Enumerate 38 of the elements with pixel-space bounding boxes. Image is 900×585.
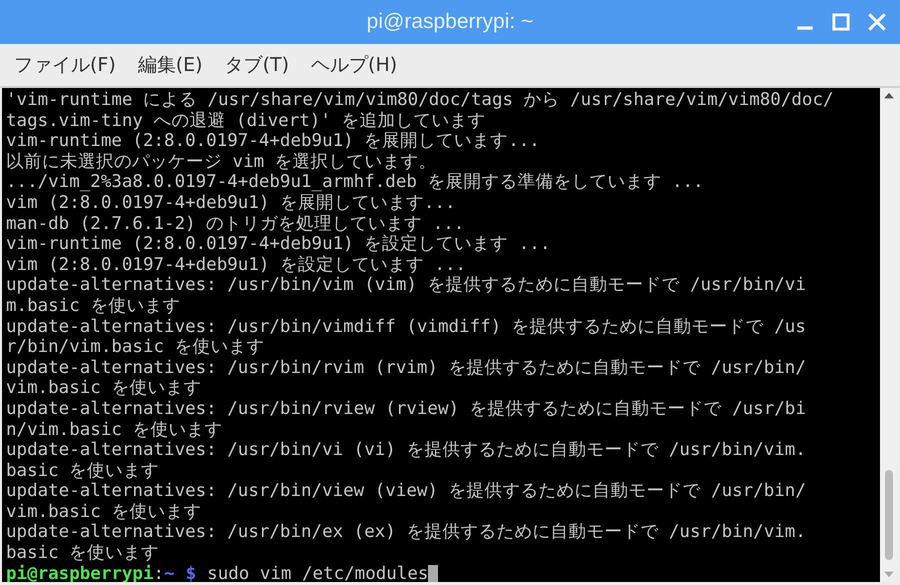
- output-line: .../vim_2%3a8.0.0197-4+deb9u1_armhf.deb を展開する準備をしています ...: [6, 172, 705, 193]
- scrollbar[interactable]: [880, 88, 898, 582]
- text-cursor: [428, 564, 438, 582]
- output-line: vim.basic を使います: [6, 378, 202, 399]
- scrollbar-thumb[interactable]: [885, 470, 893, 560]
- menu-item[interactable]: タブ(T): [224, 52, 290, 78]
- output-line: man-db (2.7.6.1-2) のトリガを処理しています ...: [6, 214, 466, 234]
- output-line: update-alternatives: /usr/bin/rview (rview) を提供するために自動モードで /usr/bi: [6, 398, 807, 420]
- output-line: 以前に未選択のパッケージ vim を選択しています。: [6, 152, 438, 172]
- output-line: update-alternatives: /usr/bin/ex (ex) を提供するために自動モードで /usr/bin/vim.: [6, 522, 807, 544]
- prompt-path: ~: [164, 564, 175, 582]
- output-line: vim-runtime (2:8.0.0197-4+deb9u1) を展開しています...: [6, 131, 541, 152]
- output-line: vim (2:8.0.0197-4+deb9u1) を展開しています...: [6, 192, 457, 214]
- output-line: update-alternatives: /usr/bin/vi (vi) を提供するために自動モードで /usr/bin/vim.: [6, 440, 807, 461]
- output-line: update-alternatives: /usr/bin/vim (vim) を提供するために自動モードで /usr/bin/vi: [6, 275, 807, 296]
- output-line: update-alternatives: /usr/bin/vimdiff (vimdiff) を提供するために自動モードで /us: [6, 316, 807, 338]
- output-line: update-alternatives: /usr/bin/rvim (rvim) を提供するために自動モードで /usr/bin/: [6, 358, 807, 378]
- output-line: basic を使います: [6, 543, 160, 564]
- maximize-icon[interactable]: [830, 11, 852, 33]
- prompt-separator: :: [154, 564, 164, 582]
- output-line: tags.vim-tiny への退避 (divert)' を追加しています: [6, 110, 486, 132]
- output-line: n/vim.basic を使います: [6, 420, 224, 440]
- output-line: m.basic を使います: [6, 296, 182, 317]
- window-title: pi@raspberrypi: ~: [366, 10, 534, 34]
- prompt-symbol: $: [186, 564, 196, 582]
- prompt-user-host: pi@raspberrypi: [6, 564, 154, 582]
- close-icon[interactable]: [866, 11, 888, 33]
- menu-item[interactable]: ヘルプ(H): [311, 52, 398, 78]
- command-text: sudo vim /etc/modules: [207, 564, 428, 582]
- output-line: 'vim-runtime による /usr/share/vim/vim80/doc/tags から /usr/share/vim/vim80/doc/: [6, 90, 835, 111]
- output-line: update-alternatives: /usr/bin/view (view) を提供するために自動モードで /usr/bin/: [6, 481, 807, 502]
- output-line: vim (2:8.0.0197-4+deb9u1) を設定しています ...: [6, 254, 468, 276]
- output-line: vim-runtime (2:8.0.0197-4+deb9u1) を設定しています ...: [6, 234, 552, 255]
- menu-item[interactable]: 編集(E): [138, 52, 203, 78]
- output-line: r/bin/vim.basic を使います: [6, 337, 266, 358]
- output-line: basic を使います: [6, 460, 160, 482]
- menu-item[interactable]: ファイル(F): [14, 52, 116, 78]
- output-line: vim.basic を使います: [6, 502, 202, 522]
